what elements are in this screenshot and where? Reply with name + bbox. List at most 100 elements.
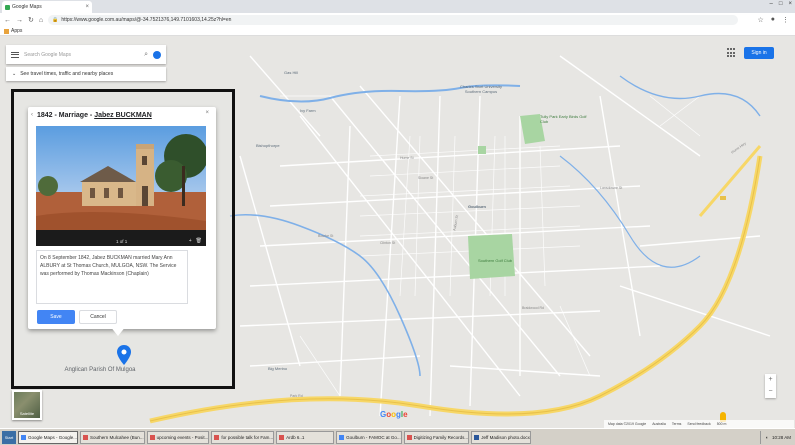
sign-in-button[interactable]: Sign in (744, 47, 774, 59)
directions-icon[interactable] (153, 50, 161, 59)
taskbar-item[interactable]: Jeff Madison photo.docx (471, 430, 531, 444)
url-input[interactable]: 🔒 https://www.google.com.au/maps/@-34.75… (48, 15, 739, 25)
street-label: Park Rd (290, 394, 303, 398)
footer-map-data: Map data ©2019 Google (608, 422, 647, 426)
document-icon (149, 434, 155, 440)
place-info-popup: ‹ 1842 - Marriage - Jabez BUCKMAN × 1 of… (28, 107, 216, 329)
zoom-in-button[interactable]: + (768, 374, 772, 386)
satellite-label: Satellite (19, 411, 35, 416)
photo-actions: + 🗑 (189, 238, 202, 244)
chrome-icon (21, 434, 26, 440)
church-photo-image (36, 126, 206, 246)
poi-label[interactable]: Charles Sturt University Southern Campus (456, 84, 506, 94)
travel-times-chip[interactable]: ⌄ See travel times, traffic and nearby p… (6, 67, 166, 81)
window-controls: – □ × (770, 1, 792, 7)
hamburger-menu-icon[interactable] (11, 51, 19, 58)
footer-scale[interactable]: 500 m (717, 422, 727, 426)
close-window-button[interactable]: × (788, 1, 792, 7)
popup-title-name: Jabez BUCKMAN (94, 112, 152, 119)
tab-bar: Google Maps × – □ × (0, 0, 795, 13)
document-icon (406, 434, 412, 440)
taskbar-item[interactable]: Goulburn - FAMOC at Go... (336, 430, 402, 444)
pin-place-label[interactable]: Anglican Parish Of Mulgoa (60, 367, 140, 374)
cancel-button[interactable]: Cancel (79, 310, 117, 324)
address-bar: ← → ↻ ⌂ 🔒 https://www.google.com.au/maps… (0, 13, 795, 27)
poi-label[interactable]: Gas Hill (284, 70, 298, 75)
poi-label[interactable]: Bishopthorpe (256, 143, 280, 148)
save-button[interactable]: Save (37, 310, 75, 324)
poi-label[interactable]: Tully Park Early Birds Golf Club (540, 114, 588, 124)
street-label: Bourke St (318, 234, 334, 238)
photo-counter: 1 of 1 (116, 239, 128, 244)
poi-label[interactable]: Ivy Farm (300, 108, 316, 113)
footer-feedback-link[interactable]: Send feedback (687, 422, 710, 426)
satellite-toggle[interactable]: Satellite (12, 390, 42, 420)
add-photo-icon[interactable]: + (189, 238, 192, 244)
poi-label[interactable]: Big Merino (268, 366, 287, 371)
description-textarea[interactable]: On 8 September 1842, Jabez BUCKMAN marri… (36, 250, 188, 304)
browser-menu-icon[interactable]: ⋮ (782, 16, 789, 24)
apps-icon (4, 28, 9, 34)
tab-title: Google Maps (12, 4, 42, 10)
footer-region[interactable]: Australia (652, 422, 666, 426)
google-maps-favicon-icon (5, 4, 10, 10)
clock[interactable]: 10:28 AM (772, 435, 791, 440)
start-button[interactable]: Start (2, 430, 16, 444)
zoom-out-button[interactable]: − (768, 386, 772, 398)
poi-label[interactable]: Goulburn (468, 204, 486, 209)
system-tray: ◖ 10:28 AM (760, 430, 795, 444)
back-chevron-icon[interactable]: ‹ (31, 112, 33, 118)
bookmarks-bar: Apps (0, 27, 795, 36)
popup-close-icon[interactable]: × (205, 110, 209, 116)
url-text: https://www.google.com.au/maps/@-34.7521… (61, 17, 232, 23)
map-footer: Map data ©2019 Google Australia Terms Se… (604, 420, 794, 428)
back-icon[interactable]: ← (4, 17, 11, 24)
google-apps-grid-icon[interactable] (727, 48, 737, 58)
minimize-button[interactable]: – (770, 1, 773, 7)
street-label: Lansdowne St (600, 186, 623, 190)
address-bar-actions: ☆ ● ⋮ (757, 16, 795, 24)
document-icon (279, 434, 285, 440)
taskbar-item[interactable]: upcoming events - Posit... (146, 430, 210, 444)
popup-pointer (110, 326, 126, 336)
map-search-box[interactable]: Search Google Maps ⌕ (6, 45, 166, 64)
taskbar-item[interactable]: Digitizing Family Records... (403, 430, 470, 444)
church-photo[interactable]: 1 of 1 + 🗑 (36, 126, 206, 246)
bookmark-apps[interactable]: Apps (11, 28, 22, 34)
street-label: Hume St (400, 156, 414, 160)
chevron-down-icon: ⌄ (12, 71, 17, 77)
map-canvas[interactable]: Search Google Maps ⌕ ⌄ See travel times,… (0, 36, 795, 428)
google-logo: Google (380, 410, 408, 419)
speaker-icon[interactable]: ◖ (765, 435, 768, 440)
profile-icon[interactable]: ● (771, 16, 775, 24)
footer-terms-link[interactable]: Terms (672, 422, 682, 426)
bookmark-star-icon[interactable]: ☆ (757, 16, 763, 24)
taskbar-item[interactable]: for possible talk for Fam... (211, 430, 275, 444)
map-pin-icon[interactable] (117, 345, 131, 365)
zoom-controls: + − (765, 374, 776, 398)
taskbar-item[interactable]: Google Maps - Google... (18, 430, 79, 444)
tab-close-icon[interactable]: × (85, 4, 89, 10)
maximize-button[interactable]: □ (779, 1, 783, 7)
popup-title-prefix: 1842 - Marriage - (37, 112, 95, 119)
home-icon[interactable]: ⌂ (39, 17, 43, 24)
search-icon[interactable]: ⌕ (144, 51, 148, 59)
delete-photo-icon[interactable]: 🗑 (196, 238, 202, 244)
highlight-frame: ‹ 1842 - Marriage - Jabez BUCKMAN × 1 of… (11, 89, 235, 389)
browser-tab-google-maps[interactable]: Google Maps × (2, 1, 92, 13)
browser-window: Google Maps × – □ × ← → ↻ ⌂ 🔒 https://ww… (0, 0, 795, 445)
map-search-input[interactable]: Search Google Maps (24, 52, 139, 58)
word-document-icon (474, 434, 480, 440)
document-icon (83, 434, 89, 440)
street-label: Clinton St (380, 241, 396, 245)
forward-icon[interactable]: → (16, 17, 23, 24)
popup-title: 1842 - Marriage - Jabez BUCKMAN (37, 112, 152, 119)
taskbar-item[interactable]: Southern Mulcahee (Bun... (80, 430, 145, 444)
chrome-icon (339, 434, 345, 440)
lock-icon: 🔒 (52, 17, 59, 23)
poi-label[interactable]: Southern Golf Club (478, 258, 512, 263)
reload-icon[interactable]: ↻ (28, 16, 34, 24)
taskbar-item[interactable]: Ardb 6..1 (276, 430, 335, 444)
taskbar: Start Google Maps - Google... Southern M… (0, 428, 795, 445)
street-label: Sloane St (418, 176, 434, 180)
